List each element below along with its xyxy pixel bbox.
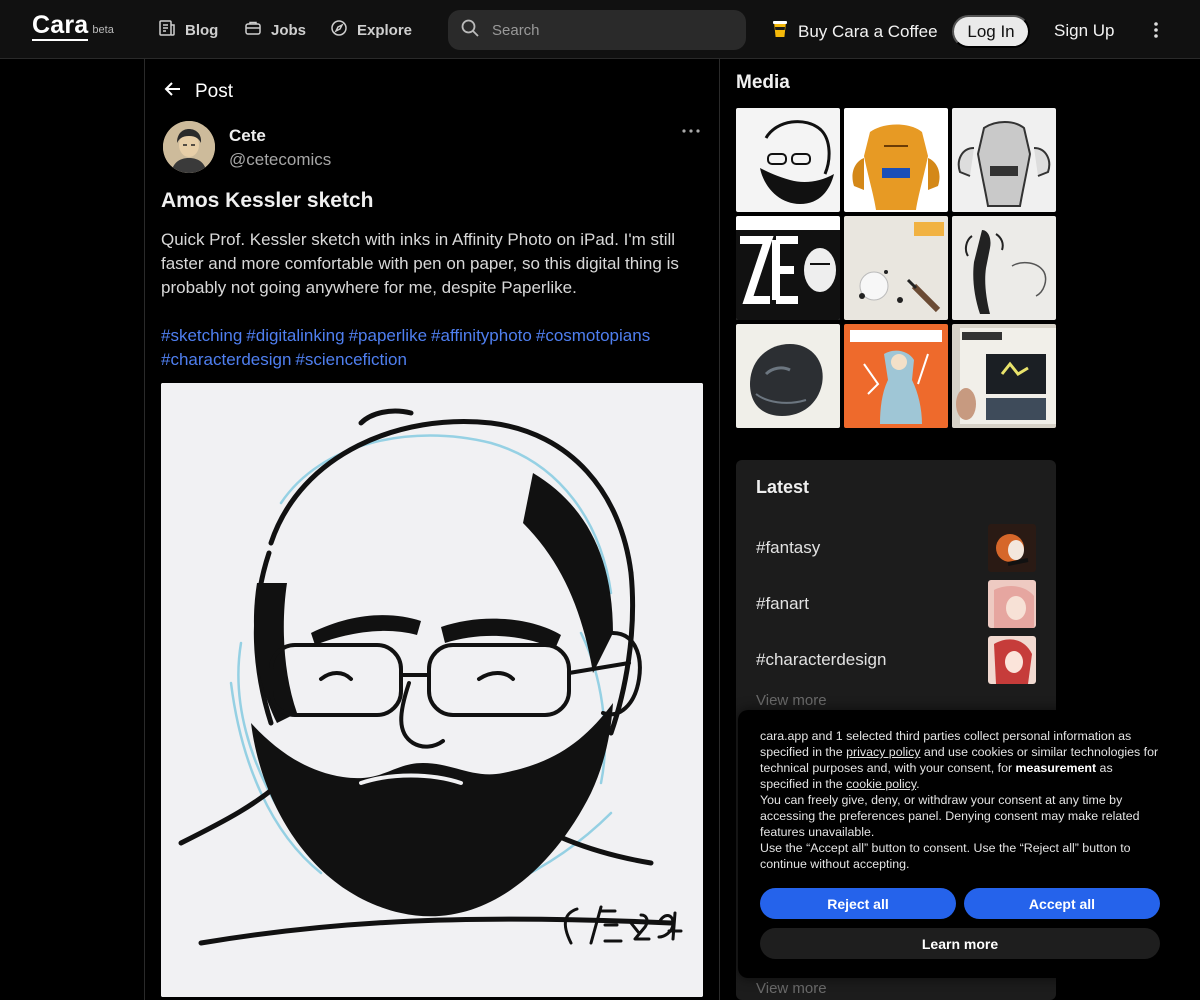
latest-tag-thumb (988, 524, 1036, 572)
media-thumb[interactable] (952, 108, 1056, 212)
search-input[interactable] (492, 21, 722, 39)
media-thumb[interactable] (736, 216, 840, 320)
buy-coffee-link[interactable]: Buy Cara a Coffee (770, 19, 938, 44)
media-thumb[interactable] (736, 324, 840, 428)
latest-tag-thumb (988, 636, 1036, 684)
nav-link-jobs[interactable]: Jobs (244, 19, 306, 41)
signup-link[interactable]: Sign Up (1054, 21, 1114, 41)
back-arrow-icon[interactable] (163, 79, 183, 105)
author-handle[interactable]: @cetecomics (229, 150, 331, 170)
consent-paragraph-3: Use the “Accept all” button to consent. … (760, 841, 1131, 871)
media-thumb[interactable] (844, 108, 948, 212)
post-header-title: Post (195, 81, 234, 102)
latest-tag-row[interactable]: #characterdesign (756, 636, 1036, 684)
briefcase-icon (244, 19, 262, 41)
cookie-policy-link[interactable]: cookie policy (846, 777, 916, 791)
tag-link[interactable]: #affinityphoto (431, 326, 532, 345)
tag-link[interactable]: #cosmotopians (536, 326, 650, 345)
media-section-title: Media (736, 72, 790, 93)
post-title: Amos Kessler sketch (161, 189, 374, 212)
post-tags: #sketching #digitalinking #paperlike #affin… (161, 324, 701, 372)
post-header: Post (163, 79, 233, 105)
latest-tag-row[interactable]: #fanart (756, 580, 1036, 628)
search-bar[interactable] (448, 10, 746, 50)
coffee-cup-icon (770, 19, 790, 44)
nav-link-blog[interactable]: Blog (158, 19, 218, 41)
post-column: Post Cete @cetecomics Amos Kessler sketc… (144, 59, 720, 1000)
consent-measurement-bold: measurement (1015, 761, 1097, 775)
consent-text: cara.app and 1 selected third parties co… (760, 728, 1162, 872)
accept-all-button[interactable]: Accept all (964, 888, 1160, 919)
consent-text-part: . (916, 777, 920, 791)
latest-tag-label: #fanart (756, 594, 809, 613)
login-button[interactable]: Log In (952, 15, 1030, 48)
latest-tag-label: #characterdesign (756, 650, 887, 669)
tag-link[interactable]: #sketching (161, 326, 242, 345)
nav-link-label: Blog (185, 21, 219, 39)
author-avatar[interactable] (163, 121, 215, 173)
nav-link-label: Jobs (271, 21, 307, 39)
search-icon (460, 18, 480, 43)
reject-all-button[interactable]: Reject all (760, 888, 956, 919)
consent-paragraph-2: You can freely give, deny, or withdraw y… (760, 793, 1140, 839)
view-more-link-bottom[interactable]: View more (756, 980, 827, 997)
author-name[interactable]: Cete (229, 126, 266, 146)
blog-icon (158, 19, 176, 41)
latest-title: Latest (756, 477, 810, 497)
cara-logo[interactable]: Cara beta (32, 12, 114, 41)
media-thumb[interactable] (844, 216, 948, 320)
latest-tag-label: #fantasy (756, 538, 821, 557)
cookie-consent-banner: cara.app and 1 selected third parties co… (738, 710, 1184, 978)
logo-text: Cara (32, 11, 89, 41)
tag-link[interactable]: #characterdesign (161, 350, 291, 369)
latest-tag-row[interactable]: #fantasy (756, 524, 1036, 572)
media-thumb[interactable] (952, 216, 1056, 320)
latest-tag-thumb (988, 580, 1036, 628)
post-artwork-image[interactable] (161, 383, 703, 997)
learn-more-button[interactable]: Learn more (760, 928, 1160, 959)
media-thumb[interactable] (952, 324, 1056, 428)
post-body: Quick Prof. Kessler sketch with inks in … (161, 230, 679, 297)
view-more-link[interactable]: View more (756, 692, 827, 709)
beta-badge: beta (92, 24, 114, 36)
coffee-label: Buy Cara a Coffee (798, 21, 938, 41)
privacy-policy-link[interactable]: privacy policy (846, 745, 920, 759)
tag-link[interactable]: #digitalinking (246, 326, 344, 345)
post-options-icon[interactable] (681, 123, 701, 139)
tag-link[interactable]: #paperlike (349, 326, 427, 345)
media-thumb[interactable] (736, 108, 840, 212)
media-grid (736, 108, 1056, 428)
compass-icon (330, 19, 348, 41)
tag-link[interactable]: #sciencefiction (295, 350, 407, 369)
more-menu-icon[interactable] (1146, 20, 1166, 40)
nav-link-label: Explore (357, 21, 413, 39)
top-navigation: Cara beta Blog Jobs Explore Buy Cara a C… (0, 0, 1200, 59)
media-thumb[interactable] (844, 324, 948, 428)
nav-link-explore[interactable]: Explore (330, 19, 412, 41)
